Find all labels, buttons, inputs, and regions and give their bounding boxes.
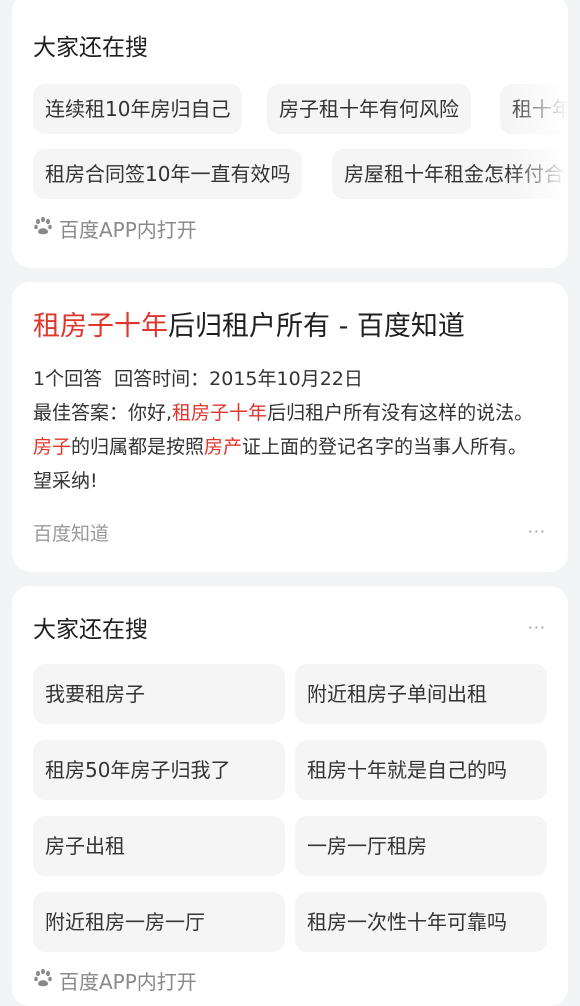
open-in-app-link[interactable]: 百度APP内打开 <box>33 214 197 243</box>
search-suggestion[interactable]: 一房一厅租房 <box>295 816 547 876</box>
answer-text: 的归属都是按照 <box>71 436 205 458</box>
search-chip[interactable]: 租十年 <box>500 84 568 134</box>
search-chip[interactable]: 租房合同签10年一直有效吗 <box>33 149 303 199</box>
result-source: 百度知道 <box>33 523 110 545</box>
search-result-card[interactable]: 租房子十年后归租户所有 - 百度知道 1个回答 回答时间：2015年10月22日… <box>12 282 568 572</box>
related-searches-card-2: 大家还在搜 ··· 我要租房子 附近租房子单间出租 租房50年房子归我了 租房十… <box>12 586 568 1006</box>
more-options-icon[interactable]: ··· <box>528 618 546 637</box>
answer-highlight: 房子 <box>33 436 72 458</box>
search-suggestion[interactable]: 房子出租 <box>33 816 285 876</box>
search-suggestion[interactable]: 附近租房子单间出租 <box>295 664 547 724</box>
search-suggestion[interactable]: 我要租房子 <box>33 664 285 724</box>
more-options-icon[interactable]: ··· <box>528 522 546 541</box>
result-answer: 最佳答案：你好,租房子十年后归租户所有没有这样的说法。房子的归属都是按照房产证上… <box>33 396 548 498</box>
answer-highlight: 房产 <box>204 436 243 458</box>
answer-text: 后归租户所有没有这样的说法。 <box>267 402 534 424</box>
result-title-rest: 后归租户所有 - 百度知道 <box>168 311 465 342</box>
related-searches-card: 大家还在搜 连续租10年房归自己 房子租十年有何风险 租十年 租房合同签10年一… <box>12 0 568 268</box>
search-chip-label: 租十年 <box>512 97 568 121</box>
search-chip[interactable]: 房屋租十年租金怎样付合 <box>332 149 568 199</box>
related-searches-title: 大家还在搜 <box>33 617 148 643</box>
result-title[interactable]: 租房子十年后归租户所有 - 百度知道 <box>33 304 465 343</box>
related-searches-title: 大家还在搜 <box>33 35 148 61</box>
result-meta: 1个回答 回答时间：2015年10月22日 <box>33 368 363 390</box>
search-suggestion[interactable]: 附近租房一房一厅 <box>33 892 285 952</box>
search-chip[interactable]: 房子租十年有何风险 <box>267 84 471 134</box>
search-suggestion[interactable]: 租房50年房子归我了 <box>33 740 285 800</box>
open-in-app-label: 百度APP内打开 <box>59 970 197 994</box>
search-suggestion[interactable]: 租房一次性十年可靠吗 <box>295 892 547 952</box>
paw-icon <box>33 968 53 993</box>
search-suggestion[interactable]: 租房十年就是自己的吗 <box>295 740 547 800</box>
open-in-app-label: 百度APP内打开 <box>59 218 197 242</box>
answer-highlight: 租房子十年 <box>172 402 268 424</box>
answer-text: 最佳答案：你好, <box>33 402 173 424</box>
search-chip[interactable]: 连续租10年房归自己 <box>33 84 243 134</box>
search-chip-label: 房屋租十年租金怎样付合 <box>344 162 564 186</box>
result-title-highlight: 租房子十年 <box>33 311 168 342</box>
open-in-app-link[interactable]: 百度APP内打开 <box>33 966 197 995</box>
paw-icon <box>33 216 53 241</box>
